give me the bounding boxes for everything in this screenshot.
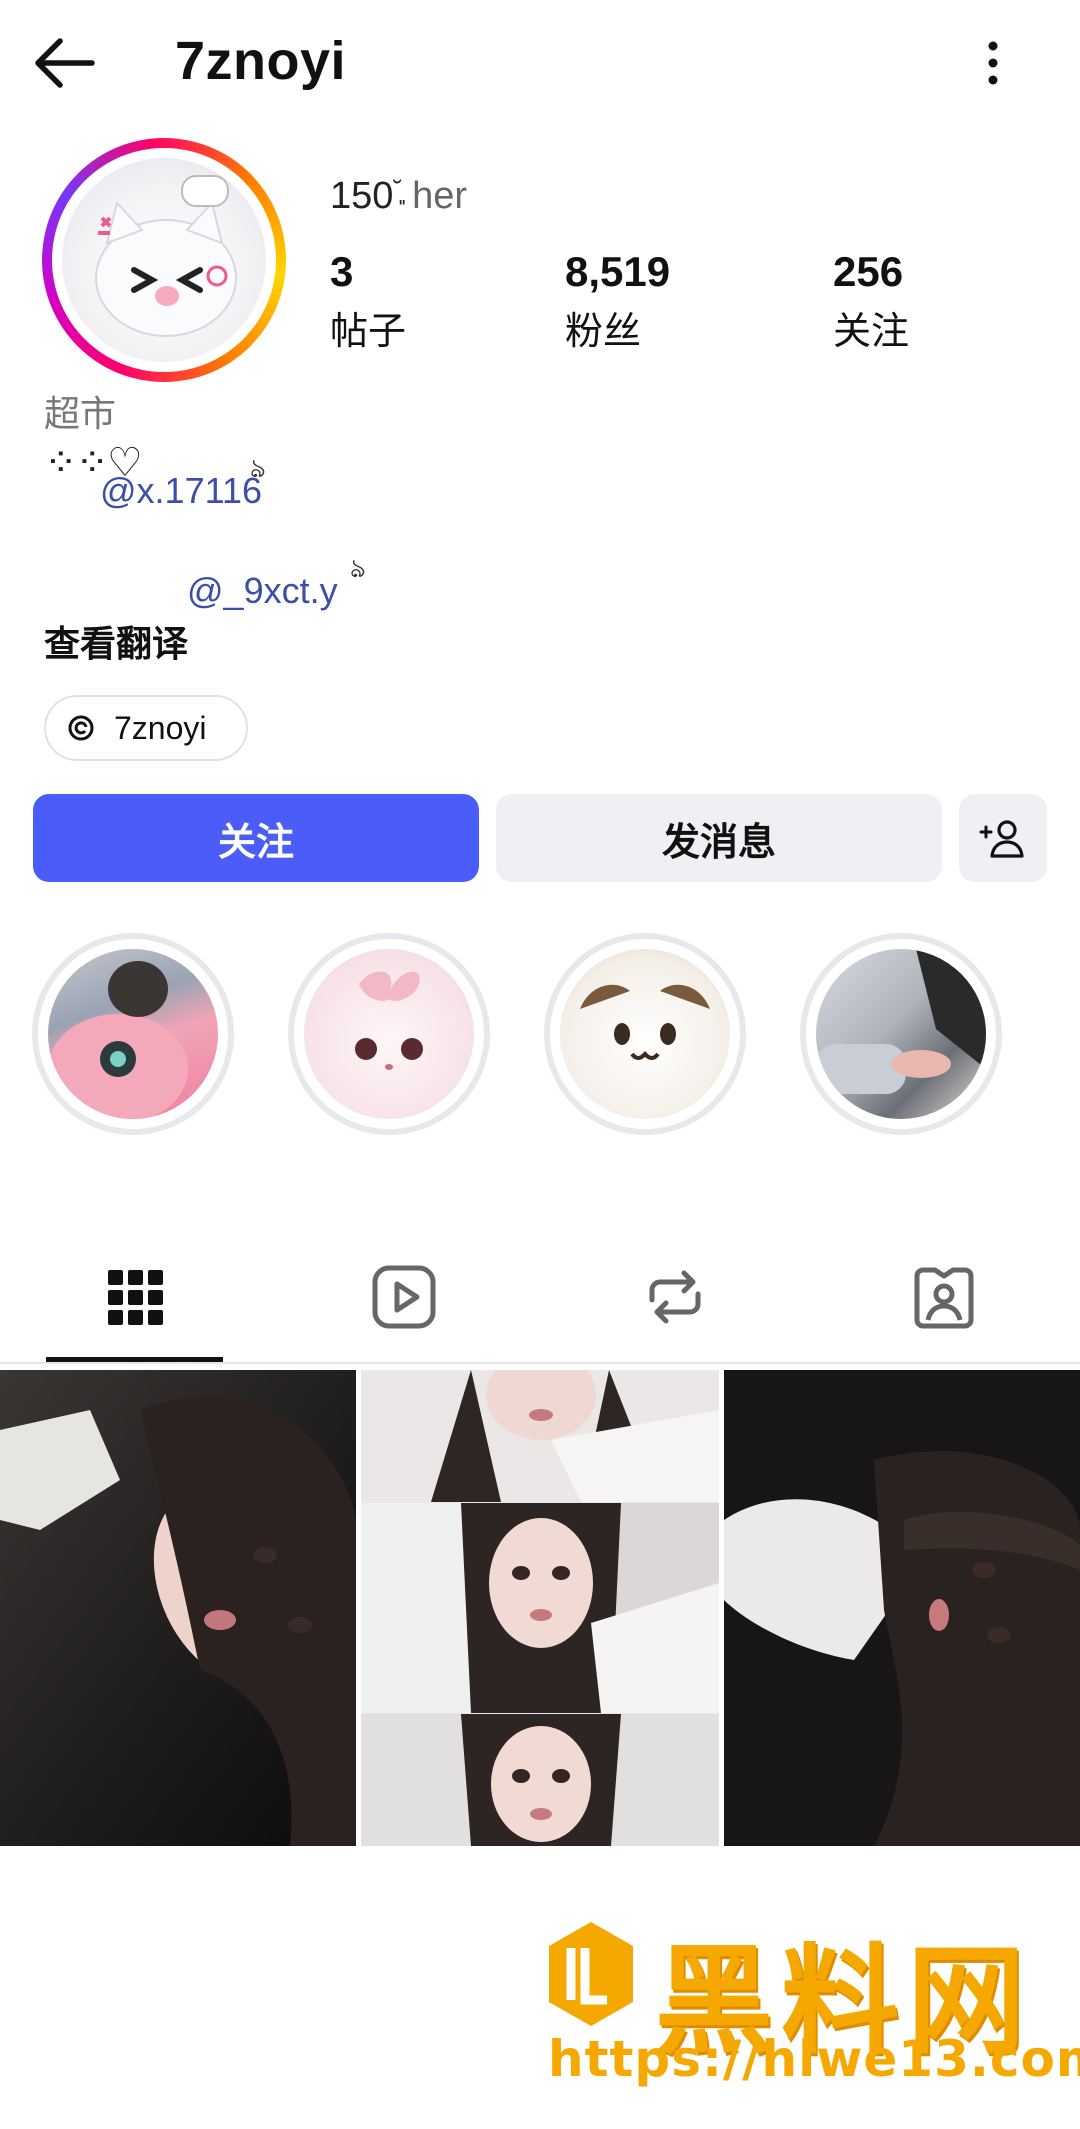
followers-count[interactable]: 8,519 bbox=[565, 248, 670, 296]
add-user-icon bbox=[979, 820, 1024, 858]
pronouns: 150˘͈ her bbox=[330, 175, 467, 218]
pronouns-text: her bbox=[412, 175, 467, 217]
pronouns-deco: ˘͈ bbox=[393, 175, 403, 205]
watermark-url: https://hlwe13.com bbox=[548, 2030, 1080, 2088]
following-count[interactable]: 256 bbox=[833, 248, 903, 296]
avatar[interactable] bbox=[62, 158, 266, 362]
pronouns-prefix: 150 bbox=[330, 175, 394, 217]
highlight-image bbox=[304, 949, 474, 1119]
bio-squiggle: ঌ bbox=[350, 553, 366, 583]
bio-mention-link[interactable]: @_9xct.y bbox=[187, 570, 338, 612]
threads-label: 7znoyi bbox=[114, 709, 207, 746]
threads-badge[interactable]: 7znoyi bbox=[44, 695, 248, 761]
watermark-logo-icon bbox=[549, 1922, 633, 2026]
story-highlight[interactable] bbox=[288, 933, 490, 1135]
more-options-icon[interactable] bbox=[975, 38, 1011, 88]
bio-mention-link[interactable]: @x.17116 bbox=[100, 470, 262, 512]
tab-divider bbox=[0, 1362, 1080, 1364]
post-thumbnail[interactable] bbox=[0, 1370, 356, 1846]
see-translation-link[interactable]: 查看翻译 bbox=[44, 615, 188, 667]
profile-category: 超市 bbox=[44, 393, 117, 434]
threads-icon bbox=[68, 715, 94, 741]
page-title: 7znoyi bbox=[175, 31, 347, 91]
followers-label[interactable]: 粉丝 bbox=[565, 300, 641, 355]
highlight-image bbox=[560, 949, 730, 1119]
grid-tab-icon[interactable] bbox=[100, 1262, 170, 1332]
highlight-image bbox=[816, 949, 986, 1119]
tagged-tab-icon[interactable] bbox=[909, 1262, 979, 1332]
follow-button[interactable]: 关注 bbox=[33, 794, 479, 882]
story-highlight[interactable] bbox=[544, 933, 746, 1135]
message-button[interactable]: 发消息 bbox=[496, 794, 942, 882]
following-label[interactable]: 关注 bbox=[833, 300, 909, 355]
posts-count[interactable]: 3 bbox=[330, 248, 353, 296]
reels-tab-icon[interactable] bbox=[369, 1262, 439, 1332]
post-thumbnail[interactable] bbox=[361, 1370, 719, 1846]
posts-label[interactable]: 帖子 bbox=[330, 300, 406, 355]
bio-squiggle: ঌ bbox=[250, 453, 266, 483]
back-arrow-icon[interactable] bbox=[30, 32, 100, 94]
story-highlight[interactable] bbox=[32, 933, 234, 1135]
highlight-image bbox=[48, 949, 218, 1119]
add-user-button[interactable] bbox=[959, 794, 1047, 882]
story-highlight[interactable] bbox=[800, 933, 1002, 1135]
post-thumbnail[interactable] bbox=[724, 1370, 1080, 1846]
reposts-tab-icon[interactable] bbox=[640, 1262, 710, 1332]
